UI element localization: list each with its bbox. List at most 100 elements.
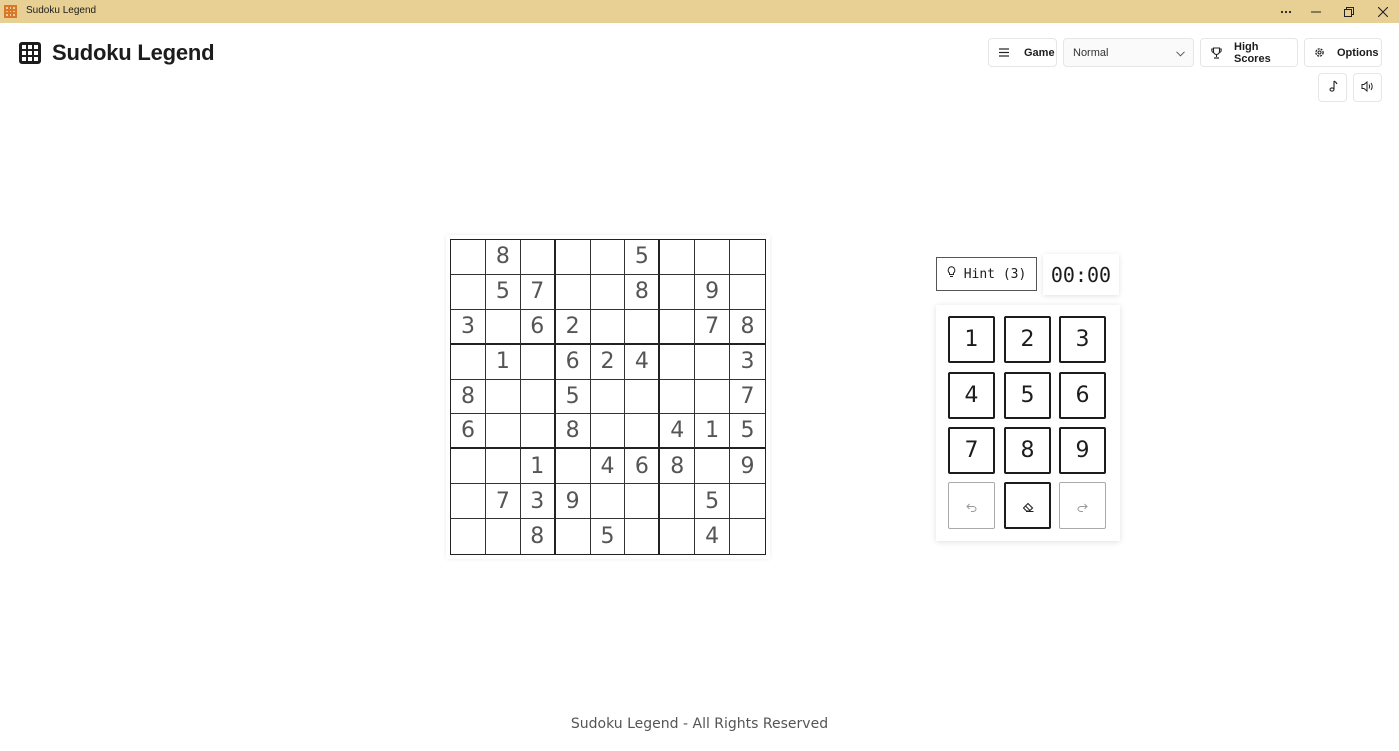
sudoku-cell-r1c6[interactable]: 5 (625, 240, 661, 275)
undo-button[interactable] (948, 482, 995, 529)
sudoku-cell-r7c3[interactable]: 1 (520, 449, 556, 485)
difficulty-select[interactable]: Normal (1063, 38, 1194, 67)
number-key-7[interactable]: 7 (948, 427, 995, 474)
sudoku-cell-r9c4[interactable] (556, 519, 591, 554)
sudoku-cell-r2c6[interactable]: 8 (625, 274, 661, 310)
sudoku-cell-r7c1[interactable] (451, 449, 486, 485)
options-button[interactable]: Options (1304, 38, 1382, 67)
sudoku-cell-r7c2[interactable] (485, 449, 521, 485)
number-key-9[interactable]: 9 (1059, 427, 1106, 474)
more-options-icon[interactable] (1269, 0, 1303, 23)
sudoku-cell-r2c5[interactable] (590, 274, 626, 310)
sudoku-cell-r9c6[interactable] (625, 519, 661, 554)
sudoku-cell-r2c3[interactable]: 7 (520, 274, 556, 310)
sudoku-cell-r9c1[interactable] (451, 519, 486, 554)
sudoku-cell-r8c2[interactable]: 7 (485, 484, 521, 520)
minimize-button[interactable] (1299, 0, 1333, 23)
sudoku-cell-r6c5[interactable] (590, 414, 626, 450)
sudoku-cell-r8c1[interactable] (451, 484, 486, 520)
sudoku-cell-r5c2[interactable] (485, 379, 521, 415)
redo-button[interactable] (1059, 482, 1106, 529)
sudoku-cell-r3c4[interactable]: 2 (555, 309, 591, 345)
sudoku-cell-r5c8[interactable] (695, 379, 731, 415)
sudoku-cell-r4c2[interactable]: 1 (485, 344, 521, 380)
sudoku-cell-r9c2[interactable] (486, 519, 521, 554)
high-scores-button[interactable]: High Scores (1200, 38, 1298, 67)
sudoku-cell-r6c7[interactable]: 4 (660, 414, 696, 450)
sudoku-cell-r7c4[interactable] (555, 449, 591, 485)
sudoku-cell-r2c9[interactable] (730, 275, 765, 310)
sudoku-cell-r6c4[interactable]: 8 (555, 414, 591, 450)
sudoku-cell-r8c3[interactable]: 3 (520, 484, 556, 520)
sudoku-cell-r4c6[interactable]: 4 (625, 344, 661, 380)
game-menu-button[interactable]: Game (988, 38, 1057, 67)
sudoku-cell-r6c8[interactable]: 1 (695, 414, 731, 450)
sudoku-cell-r5c4[interactable]: 5 (555, 379, 591, 415)
sudoku-cell-r6c9[interactable]: 5 (730, 414, 765, 450)
sudoku-cell-r4c9[interactable]: 3 (730, 345, 765, 380)
close-button[interactable] (1366, 0, 1399, 23)
sudoku-cell-r5c9[interactable]: 7 (730, 380, 765, 415)
sudoku-cell-r8c6[interactable] (625, 484, 661, 520)
sudoku-cell-r2c1[interactable] (451, 274, 486, 310)
sudoku-cell-r5c3[interactable] (520, 379, 556, 415)
sound-toggle-button[interactable] (1353, 73, 1382, 102)
sudoku-cell-r3c8[interactable]: 7 (695, 309, 731, 345)
sudoku-cell-r4c8[interactable] (695, 344, 731, 380)
sudoku-cell-r9c5[interactable]: 5 (591, 519, 626, 554)
sudoku-cell-r3c9[interactable]: 8 (730, 310, 765, 345)
sudoku-cell-r7c5[interactable]: 4 (590, 449, 626, 485)
sudoku-cell-r8c8[interactable]: 5 (695, 484, 731, 520)
sudoku-cell-r4c1[interactable] (451, 344, 486, 380)
hint-button[interactable]: Hint (3) (936, 257, 1037, 291)
sudoku-cell-r3c6[interactable] (625, 309, 661, 345)
sudoku-cell-r2c7[interactable] (660, 274, 696, 310)
sudoku-cell-r4c4[interactable]: 6 (555, 344, 591, 380)
sudoku-cell-r8c4[interactable]: 9 (555, 484, 591, 520)
restore-button[interactable] (1332, 0, 1366, 23)
number-key-2[interactable]: 2 (1004, 316, 1051, 363)
sudoku-cell-r3c2[interactable] (485, 309, 521, 345)
sudoku-cell-r1c2[interactable]: 8 (485, 240, 521, 275)
sudoku-cell-r1c1[interactable] (451, 240, 486, 275)
sudoku-cell-r5c5[interactable] (590, 379, 626, 415)
sudoku-cell-r8c9[interactable] (730, 484, 765, 520)
sudoku-cell-r3c5[interactable] (590, 309, 626, 345)
sudoku-cell-r1c9[interactable] (730, 240, 765, 275)
number-key-6[interactable]: 6 (1059, 372, 1106, 419)
sudoku-cell-r5c6[interactable] (625, 379, 661, 415)
sudoku-cell-r7c9[interactable]: 9 (730, 449, 765, 485)
sudoku-cell-r3c7[interactable] (660, 309, 696, 345)
sudoku-cell-r6c6[interactable] (625, 414, 661, 450)
sudoku-cell-r1c3[interactable] (520, 240, 556, 275)
sudoku-cell-r4c3[interactable] (520, 344, 556, 380)
sudoku-cell-r7c6[interactable]: 6 (625, 449, 661, 485)
sudoku-cell-r1c4[interactable] (555, 240, 591, 275)
sudoku-cell-r1c8[interactable] (695, 240, 731, 275)
sudoku-cell-r9c8[interactable]: 4 (695, 519, 731, 554)
number-key-1[interactable]: 1 (948, 316, 995, 363)
sudoku-cell-r9c3[interactable]: 8 (521, 519, 556, 554)
number-key-5[interactable]: 5 (1004, 372, 1051, 419)
sudoku-cell-r6c2[interactable] (485, 414, 521, 450)
sudoku-cell-r2c4[interactable] (555, 274, 591, 310)
number-key-4[interactable]: 4 (948, 372, 995, 419)
sudoku-cell-r4c7[interactable] (660, 344, 696, 380)
sudoku-cell-r3c1[interactable]: 3 (451, 309, 486, 345)
sudoku-cell-r7c7[interactable]: 8 (660, 449, 696, 485)
sudoku-cell-r1c7[interactable] (660, 240, 696, 275)
erase-button[interactable] (1004, 482, 1051, 529)
sudoku-cell-r8c7[interactable] (660, 484, 696, 520)
number-key-3[interactable]: 3 (1059, 316, 1106, 363)
sudoku-cell-r2c2[interactable]: 5 (485, 274, 521, 310)
sudoku-cell-r1c5[interactable] (590, 240, 626, 275)
sudoku-cell-r9c7[interactable] (660, 519, 696, 554)
sudoku-cell-r7c8[interactable] (695, 449, 731, 485)
sudoku-cell-r5c1[interactable]: 8 (451, 379, 486, 415)
sudoku-cell-r6c3[interactable] (520, 414, 556, 450)
sudoku-cell-r4c5[interactable]: 2 (590, 344, 626, 380)
sudoku-cell-r9c9[interactable] (730, 519, 765, 554)
music-toggle-button[interactable] (1318, 73, 1347, 102)
sudoku-cell-r3c3[interactable]: 6 (520, 309, 556, 345)
number-key-8[interactable]: 8 (1004, 427, 1051, 474)
